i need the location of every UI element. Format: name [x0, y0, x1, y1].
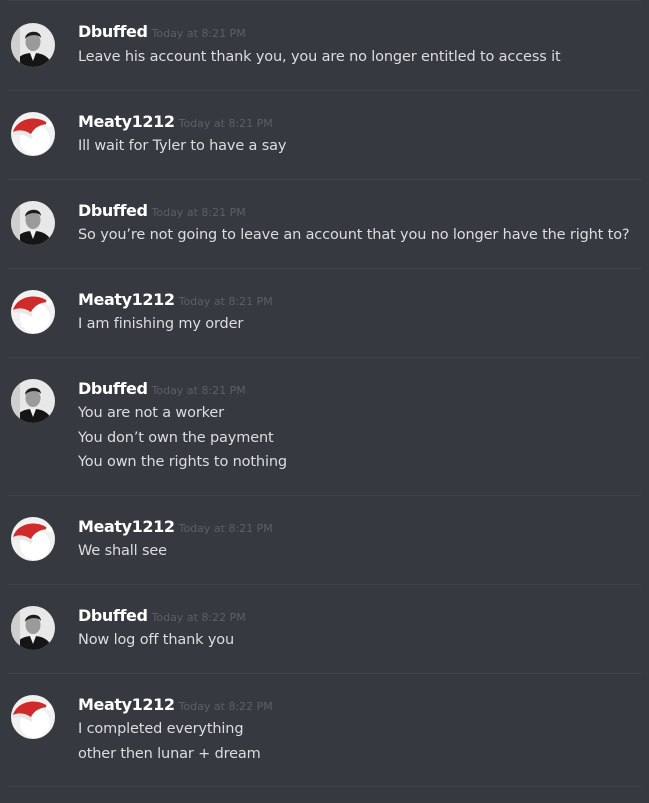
message-header: Dbuffed Today at 8:22 PM — [78, 606, 246, 628]
message: Meaty1212 Today at 8:21 PM We shall see — [0, 495, 649, 584]
avatar[interactable] — [11, 517, 55, 561]
message-divider — [8, 584, 641, 585]
message-content: So you’re not going to leave an account … — [78, 223, 630, 248]
message-divider — [8, 179, 641, 180]
avatar[interactable] — [11, 112, 55, 156]
timestamp[interactable]: Today at 8:21 PM — [152, 384, 246, 397]
username[interactable]: Meaty1212 — [78, 695, 175, 714]
message-header: Meaty1212 Today at 8:22 PM — [78, 695, 273, 717]
message-text: You are not a worker — [78, 405, 224, 421]
person-in-suit-avatar-icon — [11, 23, 55, 67]
message-text: Leave his account thank you, you are no … — [78, 49, 561, 65]
avatar[interactable] — [11, 290, 55, 334]
avatar[interactable] — [11, 606, 55, 650]
message: Meaty1212 Today at 8:22 PM I completed ev… — [0, 673, 649, 786]
red-santa-hat-avatar-icon — [11, 290, 55, 334]
message-text: You don’t own the payment — [78, 429, 274, 446]
message-header: Dbuffed Today at 8:21 PM — [78, 379, 246, 401]
message-text: other then lunar + dream — [78, 745, 261, 762]
person-in-suit-avatar-icon — [11, 379, 55, 423]
message-header: Dbuffed Today at 8:21 PM — [78, 22, 246, 44]
message-content: We shall see — [78, 539, 167, 564]
username[interactable]: Dbuffed — [78, 201, 148, 220]
message-divider — [8, 673, 641, 674]
message: Meaty1212 Today at 8:21 PM Ill wait for T… — [0, 90, 649, 179]
person-in-suit-avatar-icon — [11, 201, 55, 245]
timestamp[interactable]: Today at 8:21 PM — [152, 27, 246, 40]
username[interactable]: Dbuffed — [78, 22, 148, 41]
username[interactable]: Meaty1212 — [78, 290, 175, 309]
message-divider — [8, 268, 641, 269]
message-divider — [8, 357, 641, 358]
message-divider — [8, 495, 641, 496]
message-text: Now log off thank you — [78, 632, 235, 648]
message-content: You are not a worker You don’t own the p… — [78, 401, 287, 475]
timestamp[interactable]: Today at 8:21 PM — [179, 295, 273, 308]
red-santa-hat-avatar-icon — [11, 695, 55, 739]
message-divider — [8, 786, 641, 787]
username[interactable]: Dbuffed — [78, 379, 148, 398]
avatar[interactable] — [11, 695, 55, 739]
red-santa-hat-avatar-icon — [11, 517, 55, 561]
avatar[interactable] — [11, 379, 55, 423]
chat-message-list[interactable]: Dbuffed Today at 8:21 PM Leave his accoun… — [0, 0, 649, 803]
username[interactable]: Meaty1212 — [78, 517, 175, 536]
message-header: Dbuffed Today at 8:21 PM — [78, 201, 246, 223]
avatar[interactable] — [11, 23, 55, 67]
timestamp[interactable]: Today at 8:22 PM — [152, 611, 246, 624]
message: Dbuffed Today at 8:21 PM So you’re not go… — [0, 179, 649, 268]
avatar[interactable] — [11, 201, 55, 245]
message-header: Meaty1212 Today at 8:21 PM — [78, 517, 273, 539]
message-text: So you’re not going to leave an account … — [78, 227, 630, 243]
red-santa-hat-avatar-icon — [11, 112, 55, 156]
message-text: I am finishing my order — [78, 316, 244, 332]
message-divider — [8, 90, 641, 91]
username[interactable]: Dbuffed — [78, 606, 148, 625]
message: Dbuffed Today at 8:21 PM You are not a wo… — [0, 357, 649, 495]
message-content: I completed everything other then lunar … — [78, 717, 261, 766]
username[interactable]: Meaty1212 — [78, 112, 175, 131]
message-header: Meaty1212 Today at 8:21 PM — [78, 290, 273, 312]
timestamp[interactable]: Today at 8:21 PM — [152, 206, 246, 219]
message-content: Ill wait for Tyler to have a say — [78, 134, 286, 159]
message-header: Meaty1212 Today at 8:21 PM — [78, 112, 273, 134]
timestamp[interactable]: Today at 8:22 PM — [179, 700, 273, 713]
message: Meaty1212 Today at 8:21 PM I am finishing… — [0, 268, 649, 357]
message: Dbuffed Today at 8:22 PM Now log off than… — [0, 584, 649, 673]
message-text: I completed everything — [78, 721, 244, 737]
message-content: Leave his account thank you, you are no … — [78, 45, 561, 70]
message-content: Now log off thank you — [78, 628, 234, 653]
message: Dbuffed Today at 8:21 PM Leave his accoun… — [0, 0, 649, 90]
message-content: I am finishing my order — [78, 312, 243, 337]
message-text: Ill wait for Tyler to have a say — [78, 138, 287, 154]
person-in-suit-avatar-icon — [11, 606, 55, 650]
timestamp[interactable]: Today at 8:21 PM — [179, 117, 273, 130]
message-divider — [8, 0, 641, 1]
message-text: We shall see — [78, 543, 167, 559]
message-text: You own the rights to nothing — [78, 454, 287, 470]
timestamp[interactable]: Today at 8:21 PM — [179, 522, 273, 535]
